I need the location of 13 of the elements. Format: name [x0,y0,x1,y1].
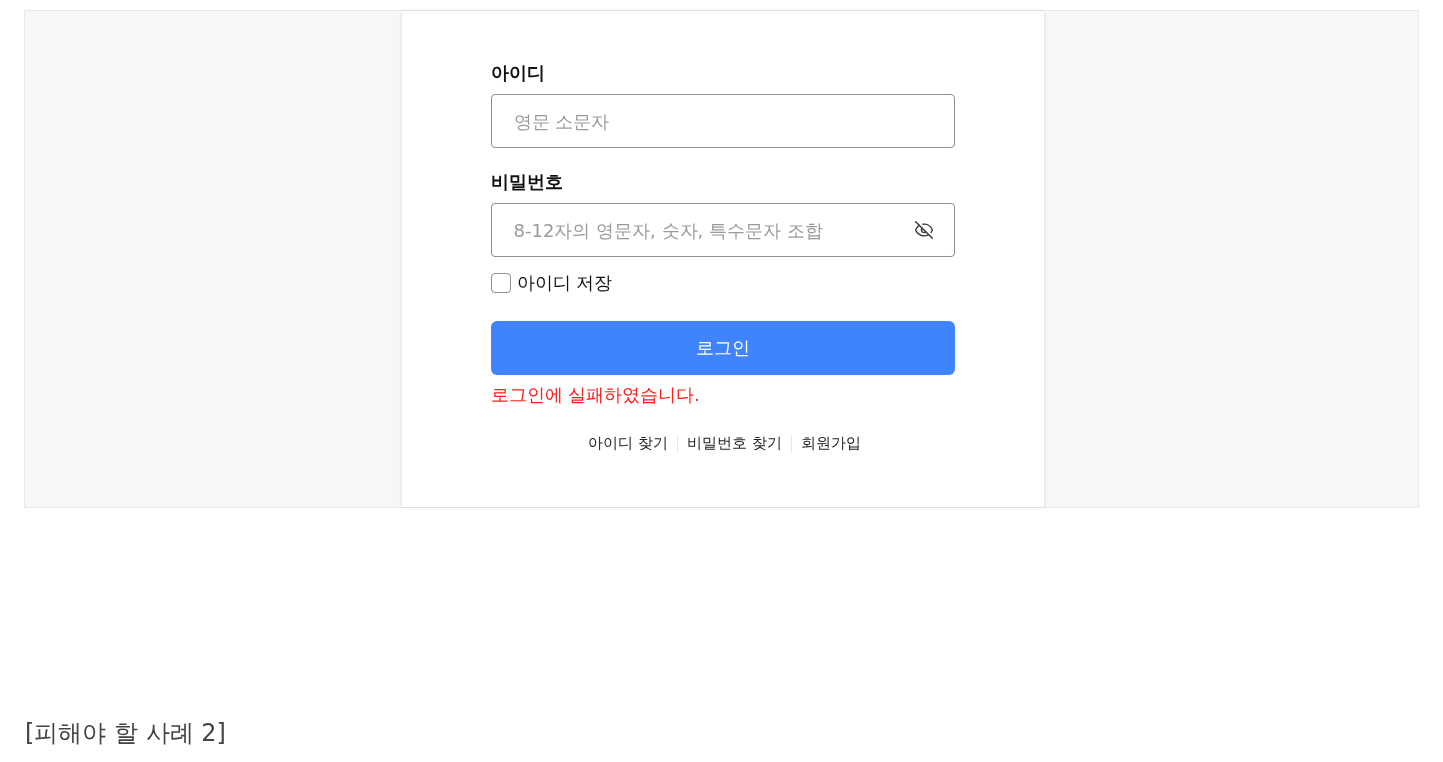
footer-link[interactable]: 회원가입 [800,433,861,453]
id-input-field[interactable]: 영문 소문자 [490,94,955,148]
field-label: 아이디 [490,61,545,85]
footer-link[interactable]: 비밀번호 찾기 [687,433,782,453]
error-message: 로그인에 실패하였습니다. [490,383,700,407]
checkbox-label: 아이디 저장 [516,271,613,295]
login-button[interactable]: 로그인 [490,321,955,375]
caption: [피해야 할 사례 2] [25,718,226,748]
footer-link[interactable]: 아이디 찾기 [588,433,668,453]
eye-off-icon[interactable] [912,219,935,241]
field-label: 비밀번호 [490,170,563,194]
checkbox[interactable] [490,273,511,293]
password-field[interactable]: 8-12자의 영문자, 숫자, 특수문자 조합 [490,203,955,257]
